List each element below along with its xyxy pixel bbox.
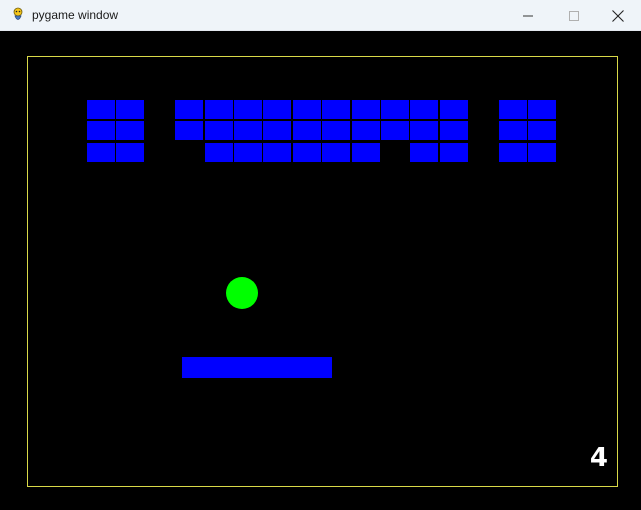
brick (528, 143, 556, 162)
brick (293, 121, 321, 140)
brick (263, 143, 291, 162)
maximize-button[interactable] (551, 0, 597, 31)
pygame-snake-icon (13, 7, 23, 20)
brick (116, 121, 144, 140)
brick (205, 121, 233, 140)
brick (352, 143, 380, 162)
paddle[interactable] (182, 357, 332, 378)
brick (352, 100, 380, 119)
brick (205, 100, 233, 119)
close-icon (612, 9, 624, 22)
brick (293, 143, 321, 162)
brick (410, 143, 438, 162)
brick (410, 100, 438, 119)
brick (116, 100, 144, 119)
brick (440, 100, 468, 119)
window-title: pygame window (32, 8, 119, 22)
close-button[interactable] (595, 0, 641, 31)
score-display: 4 (589, 443, 608, 473)
minimize-icon (523, 15, 533, 16)
brick (499, 100, 527, 119)
brick (87, 100, 115, 119)
brick (322, 100, 350, 119)
ball (226, 277, 258, 309)
brick (381, 100, 409, 119)
brick (381, 121, 409, 140)
brick (175, 100, 203, 119)
brick (205, 143, 233, 162)
title-bar[interactable]: pygame window (0, 0, 641, 31)
brick (499, 121, 527, 140)
game-surface[interactable]: 4 (0, 31, 641, 510)
brick (528, 100, 556, 119)
brick-grid (0, 31, 641, 510)
brick (234, 100, 262, 119)
brick (263, 100, 291, 119)
brick (293, 100, 321, 119)
brick (499, 143, 527, 162)
brick (322, 143, 350, 162)
brick (352, 121, 380, 140)
brick (322, 121, 350, 140)
maximize-icon (569, 10, 579, 21)
brick (234, 143, 262, 162)
brick (440, 143, 468, 162)
brick (528, 121, 556, 140)
brick (87, 143, 115, 162)
brick (116, 143, 144, 162)
pygame-window: pygame window 4 (0, 0, 641, 510)
brick (175, 121, 203, 140)
minimize-button[interactable] (505, 0, 551, 31)
brick (234, 121, 262, 140)
brick (263, 121, 291, 140)
brick (410, 121, 438, 140)
brick (87, 121, 115, 140)
brick (440, 121, 468, 140)
